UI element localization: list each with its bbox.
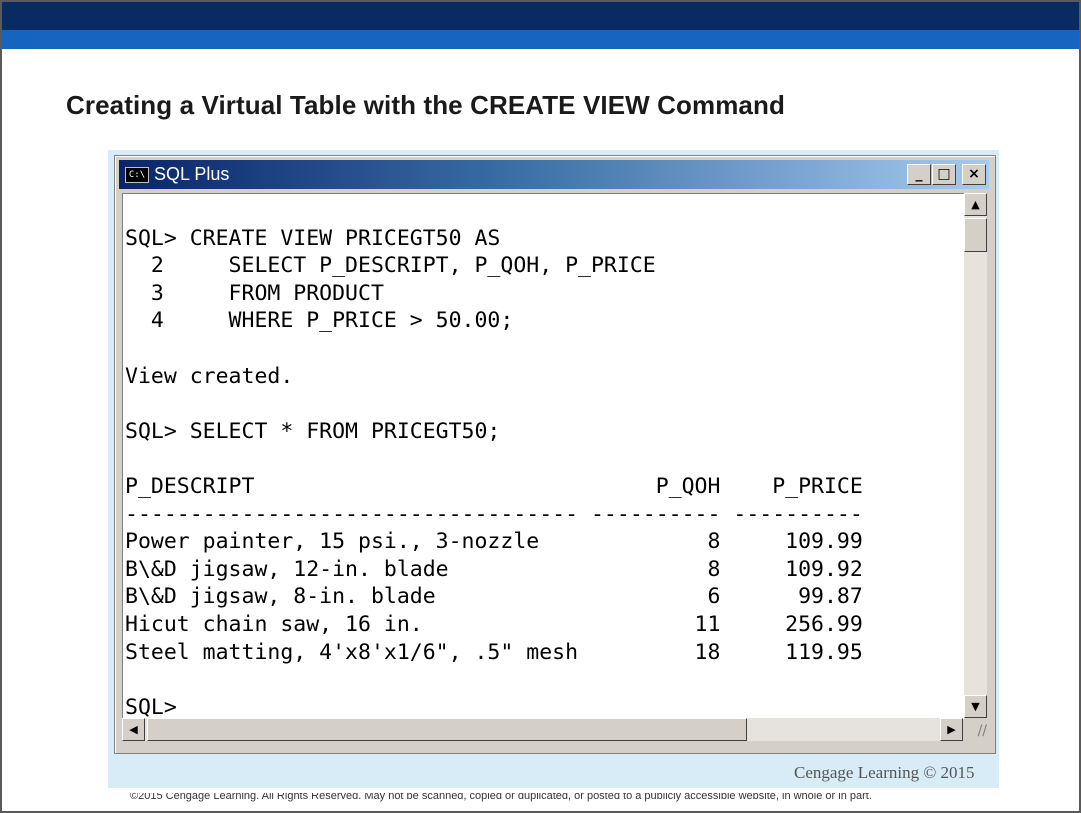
- header-band-light: [2, 30, 1079, 49]
- console-line: Steel matting, 4'x8'x1/6", .5" mesh 18 1…: [125, 639, 863, 665]
- console-line: SQL> SELECT * FROM PRICEGT50;: [125, 418, 501, 444]
- horizontal-scrollbar[interactable]: ◀ ▶: [122, 718, 963, 741]
- maximize-button[interactable]: □: [932, 164, 956, 185]
- vertical-scrollbar[interactable]: ▲ ▼: [964, 193, 987, 718]
- console-line: 4 WHERE P_PRICE > 50.00;: [125, 308, 514, 334]
- window-titlebar[interactable]: C:\ SQL Plus _ □ ×: [119, 160, 989, 189]
- console-line: 3 FROM PRODUCT: [125, 280, 384, 306]
- minimize-button[interactable]: _: [907, 164, 931, 185]
- console-line: P_DESCRIPT P_QOH P_PRICE: [125, 474, 863, 499]
- console-output[interactable]: SQL> CREATE VIEW PRICEGT50 AS 2 SELECT P…: [122, 193, 964, 719]
- console-line: ----------------------------------- ----…: [125, 501, 863, 527]
- console-app-icon: C:\: [125, 167, 149, 183]
- resize-grip-icon[interactable]: //: [964, 718, 987, 741]
- console-line: B\&D jigsaw, 12-in. blade 8 109.92: [125, 556, 863, 582]
- vertical-scroll-thumb[interactable]: [964, 218, 987, 252]
- image-credit: Cengage Learning © 2015: [794, 763, 975, 782]
- header-band-dark: [2, 2, 1079, 30]
- scroll-right-button[interactable]: ▶: [940, 718, 963, 741]
- console-line: Power painter, 15 psi., 3-nozzle 8 109.9…: [125, 529, 863, 555]
- slide-title: Creating a Virtual Table with the CREATE…: [66, 90, 785, 120]
- horizontal-scroll-thumb[interactable]: [147, 718, 747, 741]
- sqlplus-window: C:\ SQL Plus _ □ × SQL> CREATE VIEW PRIC…: [114, 155, 996, 754]
- console-line: 2 SELECT P_DESCRIPT, P_QOH, P_PRICE: [125, 253, 656, 279]
- scroll-down-button[interactable]: ▼: [964, 695, 987, 718]
- slide: Creating a Virtual Table with the CREATE…: [0, 0, 1081, 813]
- copyright-notice: ©2015 Cengage Learning. All Rights Reser…: [130, 793, 872, 802]
- console-line: SQL>: [125, 694, 177, 719]
- console-line: Hicut chain saw, 16 in. 11 256.99: [125, 612, 863, 637]
- scroll-up-button[interactable]: ▲: [964, 193, 987, 216]
- window-title: SQL Plus: [154, 164, 230, 184]
- console-line: View created.: [125, 363, 294, 389]
- scroll-left-button[interactable]: ◀: [122, 718, 145, 741]
- close-button[interactable]: ×: [962, 164, 986, 185]
- console-line: B\&D jigsaw, 8-in. blade 6 99.87: [125, 584, 863, 610]
- console-line: SQL> CREATE VIEW PRICEGT50 AS: [125, 225, 501, 251]
